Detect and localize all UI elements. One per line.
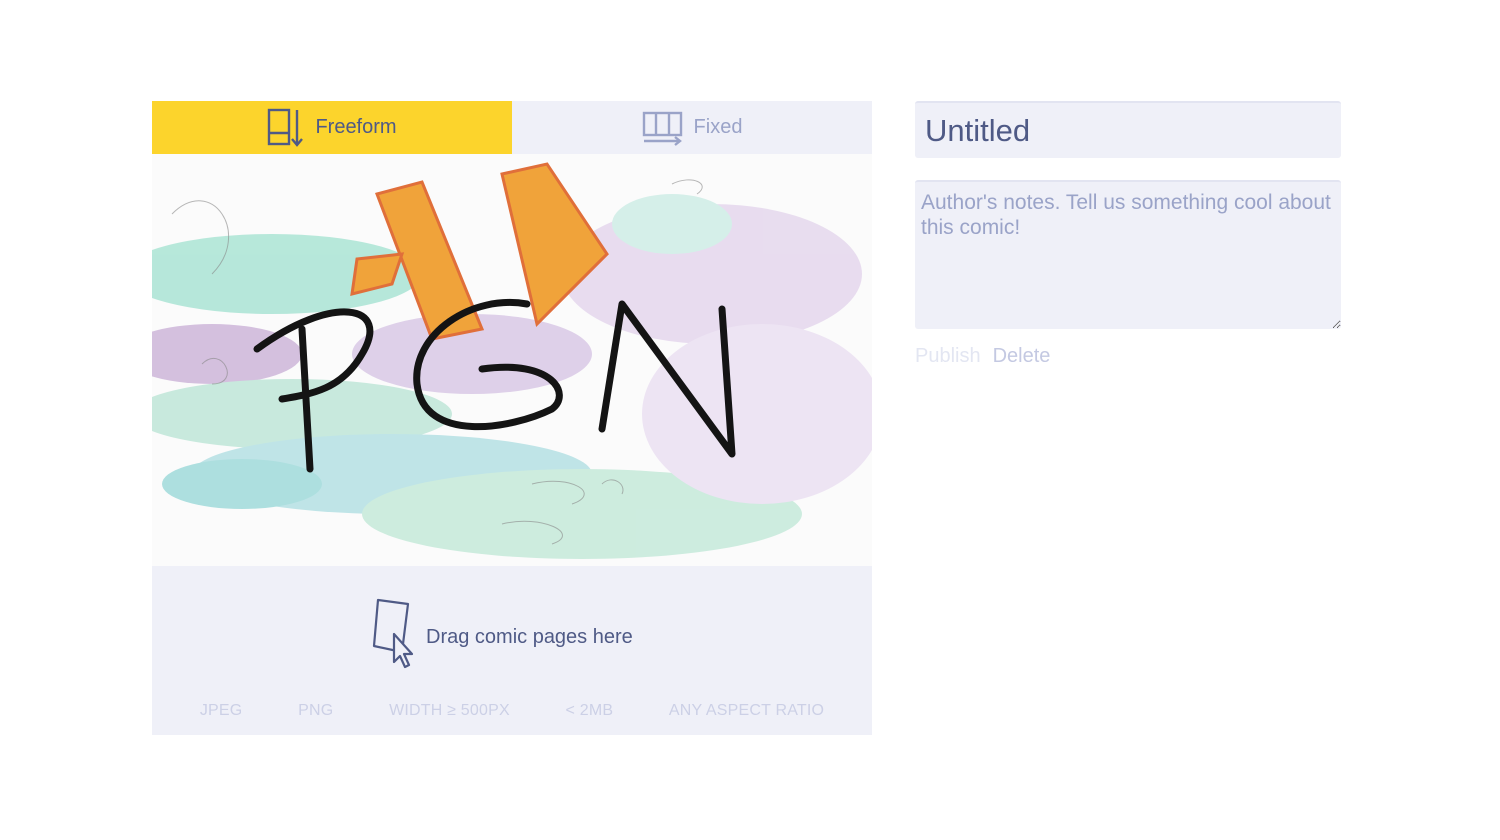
requirement-max-size: < 2MB (565, 702, 614, 719)
delete-button[interactable]: Delete (993, 345, 1051, 368)
tab-fixed-label: Fixed (693, 116, 743, 138)
upload-requirements: JPEG PNG WIDTH ≥ 500PX < 2MB ANY ASPECT … (152, 702, 872, 720)
form-actions: Publish Delete (915, 345, 1341, 368)
page-drag-cursor-icon (372, 598, 418, 676)
tab-freeform[interactable]: Freeform (152, 101, 512, 154)
publish-button[interactable]: Publish (915, 345, 981, 368)
requirement-format-png: PNG (298, 702, 334, 719)
requirement-aspect-ratio: ANY ASPECT RATIO (668, 702, 825, 719)
watercolor-washes (152, 194, 872, 559)
upload-dropzone[interactable]: Drag comic pages here JPEG PNG WIDTH ≥ 5… (152, 566, 872, 735)
fixed-layout-icon (642, 110, 684, 146)
comic-details-form: Publish Delete (915, 101, 1341, 368)
author-notes-textarea[interactable] (915, 180, 1341, 329)
tab-fixed[interactable]: Fixed (512, 101, 872, 154)
requirement-min-width: WIDTH ≥ 500PX (389, 702, 510, 719)
freeform-layout-icon (267, 108, 305, 148)
dropzone-message-text: Drag comic pages here (426, 625, 633, 648)
title-input[interactable] (915, 101, 1341, 158)
dropzone-message: Drag comic pages here (372, 598, 633, 676)
comic-page-preview (152, 154, 872, 566)
comic-editor: Freeform Fixed Drag comic pages here JPE… (152, 101, 872, 735)
tab-freeform-label: Freeform (315, 116, 397, 138)
requirement-format-jpeg: JPEG (199, 702, 243, 719)
layout-tabs: Freeform Fixed (152, 101, 872, 154)
